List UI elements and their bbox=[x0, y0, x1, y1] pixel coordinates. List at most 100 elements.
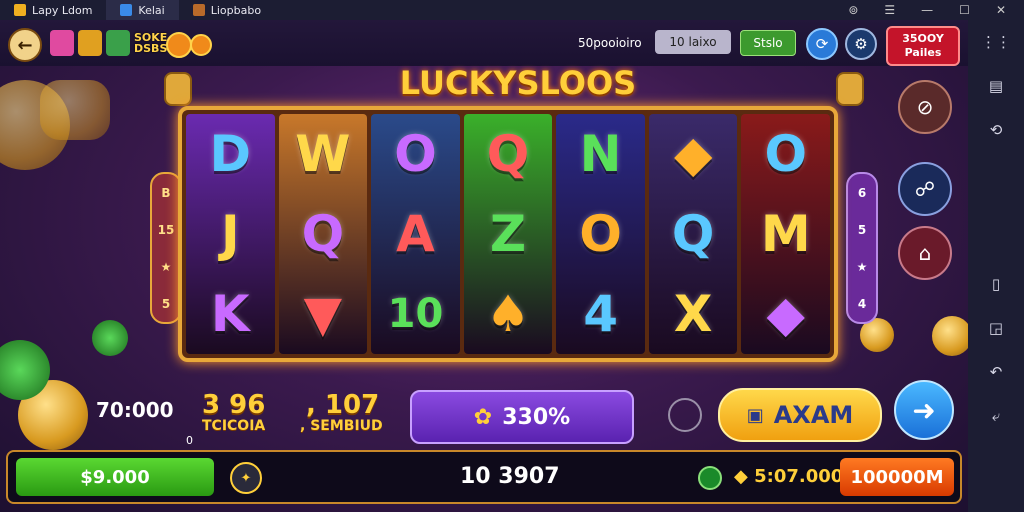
payline-label: 6 bbox=[857, 185, 867, 200]
reel-symbol: O bbox=[764, 125, 808, 183]
promo-top: 35OOY bbox=[902, 32, 944, 45]
card-icon bbox=[78, 30, 102, 56]
arrow-left-icon: ← bbox=[17, 34, 33, 56]
win-value: ◆ 5:07.000 bbox=[734, 466, 843, 487]
minimize-icon[interactable]: — bbox=[921, 3, 933, 17]
tab-label: Lapy Ldom bbox=[32, 3, 93, 17]
tab-label: Liopbabo bbox=[210, 3, 262, 17]
next-button[interactable]: ➜ bbox=[894, 380, 954, 440]
reel-column: NO 4 bbox=[556, 114, 645, 354]
bet-button[interactable]: ✿ 330% bbox=[410, 390, 634, 444]
back-button[interactable]: ← bbox=[8, 28, 42, 62]
reel-column: O A 10 bbox=[371, 114, 460, 354]
coin-icon bbox=[166, 32, 192, 58]
brand-text: SOKE DSBS bbox=[134, 31, 168, 55]
settings-button[interactable]: ⚙ bbox=[845, 28, 877, 60]
lock-icon: ▣ bbox=[746, 404, 764, 426]
balance-button[interactable]: $9.000 bbox=[16, 458, 214, 496]
win-icon: ◆ bbox=[734, 466, 748, 487]
tab-label: Kelai bbox=[138, 3, 165, 17]
refresh-icon[interactable]: ⟲ bbox=[984, 118, 1008, 142]
grid-icon[interactable]: ⋮⋮ bbox=[981, 30, 1011, 54]
pill-label: Stslo bbox=[753, 36, 783, 50]
status-dot-icon bbox=[698, 466, 722, 490]
reel-symbol: Q bbox=[486, 125, 530, 183]
score-value: 3 96 bbox=[202, 390, 266, 420]
payline-label: 5 bbox=[161, 296, 171, 311]
refresh-button[interactable]: ⟳ bbox=[806, 28, 838, 60]
payline-label: ★ bbox=[160, 259, 172, 274]
brand-logo: SOKE DSBS bbox=[134, 32, 167, 54]
emulator-sidebar: ⋮⋮ ▤ ⟲ ▯ ◲ ↶ ⤶ bbox=[968, 20, 1024, 512]
slot-reels: D J K W Q ▼ O A 10 Q Z ♠ N O 4 ◆ Q X O M ◆ bbox=[178, 106, 838, 362]
auto-toggle[interactable] bbox=[668, 398, 702, 432]
back-icon[interactable]: ↶ bbox=[984, 360, 1008, 384]
status-pill[interactable]: Stslo bbox=[740, 30, 796, 56]
game-area: ← SOKE DSBS 50pooioiro 10 laixo Stslo ⟳ … bbox=[0, 20, 968, 512]
gear-icon: ⚙ bbox=[854, 35, 868, 53]
payline-label: 15 bbox=[157, 222, 175, 237]
house-icon bbox=[120, 4, 133, 16]
promo-button[interactable]: 35OOY Pailes bbox=[886, 26, 960, 66]
stats-button[interactable]: ☍ bbox=[898, 162, 952, 216]
max-bet-button[interactable]: 100000M bbox=[840, 458, 954, 496]
reel-symbol: A bbox=[396, 205, 435, 263]
payline-label: B bbox=[161, 185, 171, 200]
settings-icon[interactable]: ⊚ bbox=[848, 3, 858, 17]
reel-symbol: Q bbox=[671, 205, 715, 263]
spin-button[interactable]: ▣ AXAM bbox=[718, 388, 882, 442]
window-titlebar: Lapy Ldom Kelai Liopbabo ⊚ ☰ — ☐ ✕ bbox=[0, 0, 1024, 20]
payline-label: 5 bbox=[857, 222, 867, 237]
currency-pill[interactable]: 10 laixo bbox=[655, 30, 731, 54]
home-icon: ⌂ bbox=[918, 241, 932, 265]
home-button[interactable]: ⌂ bbox=[898, 226, 952, 280]
history-button[interactable]: ⊘ bbox=[898, 80, 952, 134]
reel-symbol: N bbox=[579, 125, 622, 183]
payline-label: ★ bbox=[856, 259, 868, 274]
arrow-right-icon: ➜ bbox=[912, 393, 936, 427]
top-stat: 50pooioiro bbox=[578, 36, 642, 50]
reel-symbol: J bbox=[220, 205, 240, 263]
refresh-icon: ⟳ bbox=[815, 35, 829, 53]
bee-icon[interactable]: ✦ bbox=[230, 462, 262, 494]
clover-icon: ✿ bbox=[473, 404, 493, 430]
reel-symbol: ◆ bbox=[673, 125, 713, 183]
bonus-value: , 107 bbox=[306, 390, 380, 420]
reel-symbol: O bbox=[579, 205, 622, 263]
reel-symbol: 4 bbox=[583, 285, 618, 343]
tab-kelai[interactable]: Kelai bbox=[106, 0, 179, 20]
bet-sub: 0 bbox=[186, 434, 193, 447]
payline-label: 4 bbox=[857, 296, 867, 311]
card-icon bbox=[50, 30, 74, 56]
reel-symbol: 10 bbox=[387, 291, 444, 337]
menu-icon[interactable]: ☰ bbox=[884, 3, 895, 17]
window-small-icon[interactable]: ◲ bbox=[984, 316, 1008, 340]
window-icon[interactable]: ▯ bbox=[984, 272, 1008, 296]
close-icon[interactable]: ✕ bbox=[996, 3, 1006, 17]
bet-label: 330% bbox=[502, 404, 571, 430]
game-icon bbox=[192, 4, 205, 16]
no-icon: ⊘ bbox=[916, 95, 934, 119]
maximize-icon[interactable]: ☐ bbox=[959, 3, 970, 17]
reel-symbol: ◆ bbox=[766, 285, 805, 343]
pill-label: 10 laixo bbox=[669, 35, 717, 49]
tab-liopbabo[interactable]: Liopbabo bbox=[179, 0, 275, 20]
frame-ornament bbox=[836, 72, 864, 106]
coin-icon bbox=[190, 34, 212, 56]
reel-symbol: M bbox=[760, 205, 811, 263]
return-icon[interactable]: ⤶ bbox=[984, 404, 1008, 428]
card-icon bbox=[106, 30, 130, 56]
folder-icon[interactable]: ▤ bbox=[984, 74, 1008, 98]
tab-lapy[interactable]: Lapy Ldom bbox=[0, 0, 106, 20]
coin-decoration bbox=[92, 320, 128, 356]
logo-icons bbox=[50, 30, 130, 56]
app-icon bbox=[14, 4, 26, 16]
credits-value: 10 3907 bbox=[460, 464, 560, 489]
chart-icon: ☍ bbox=[914, 177, 936, 201]
reel-column: Q Z ♠ bbox=[463, 114, 553, 354]
win-text: 5:07.000 bbox=[754, 466, 844, 487]
bottom-bar: $9.000 ✦ 10 3907 ◆ 5:07.000 100000M bbox=[6, 450, 962, 504]
frame-ornament bbox=[164, 72, 192, 106]
reel-column: DJK bbox=[186, 114, 275, 354]
reel-symbol: X bbox=[673, 285, 713, 343]
